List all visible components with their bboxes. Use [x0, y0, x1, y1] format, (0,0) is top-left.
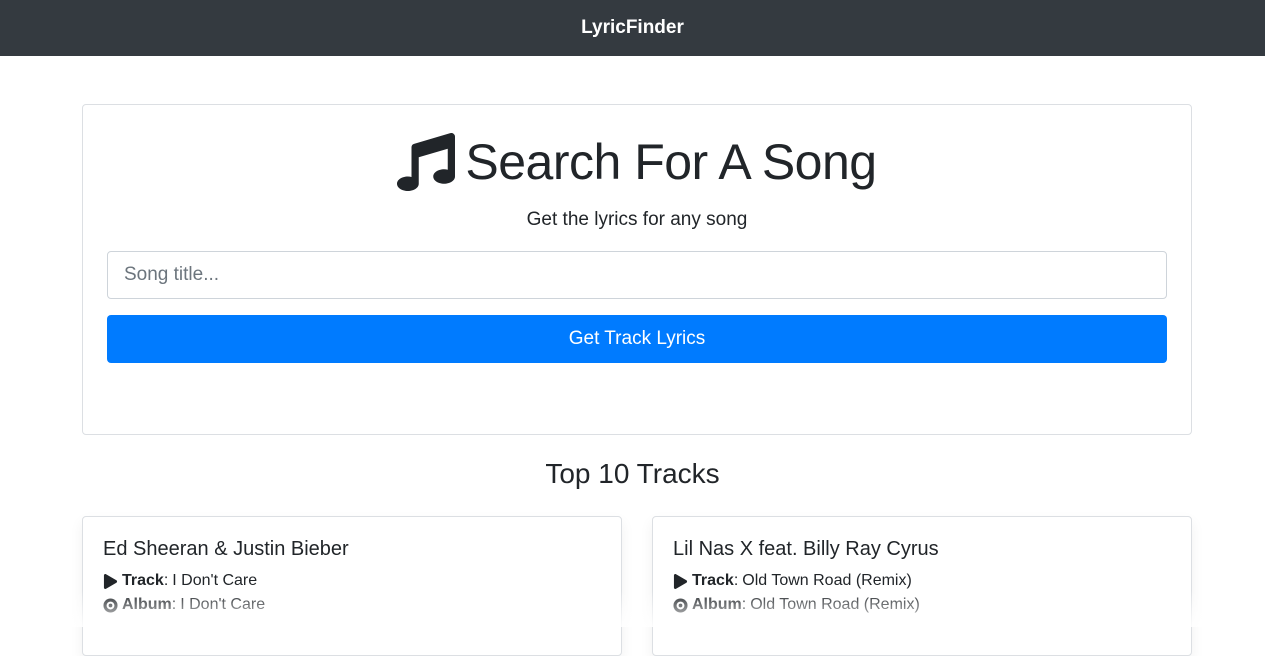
album-name: I Don't Care [180, 596, 266, 613]
album-label: Album [692, 596, 742, 613]
track-name: I Don't Care [172, 572, 258, 589]
search-subtitle: Get the lyrics for any song [526, 209, 748, 230]
track-name: Old Town Road (Remix) [742, 572, 912, 589]
track-card: Lil Nas X feat. Billy Ray Cyrus Track: O… [652, 516, 1192, 656]
brand-title[interactable]: LyricFinder [581, 17, 684, 39]
track-artist: Lil Nas X feat. Billy Ray Cyrus [673, 538, 939, 560]
track-row: Track: I Don't Care [103, 572, 257, 590]
compact-disc-icon [673, 597, 688, 613]
play-icon [673, 573, 688, 589]
song-title-input[interactable] [107, 251, 1167, 299]
play-icon [103, 573, 118, 589]
top-tracks-heading: Top 10 Tracks [545, 458, 720, 489]
album-row: Album: Old Town Road (Remix) [673, 596, 920, 614]
music-note-icon [397, 133, 456, 191]
compact-disc-icon [103, 597, 118, 613]
track-row: Track: Old Town Road (Remix) [673, 572, 912, 590]
get-track-lyrics-button[interactable]: Get Track Lyrics [107, 315, 1167, 363]
page-title: Search For A Song [465, 134, 877, 190]
navbar: LyricFinder [0, 0, 1265, 56]
track-label: Track [122, 572, 164, 589]
track-label: Track [692, 572, 734, 589]
album-row: Album: I Don't Care [103, 596, 265, 614]
track-artist: Ed Sheeran & Justin Bieber [103, 538, 349, 560]
album-name: Old Town Road (Remix) [750, 596, 920, 613]
track-card: Ed Sheeran & Justin Bieber Track: I Don'… [82, 516, 622, 656]
album-label: Album [122, 596, 172, 613]
search-card: Search For A Song Get the lyrics for any… [82, 104, 1192, 435]
search-title-row: Search For A Song [83, 133, 1191, 191]
